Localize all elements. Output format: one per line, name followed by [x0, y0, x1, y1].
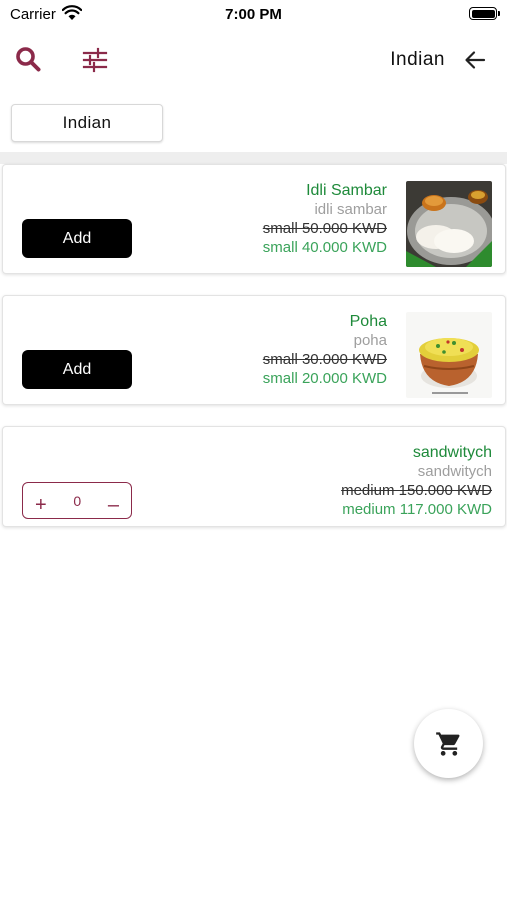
item-name: Idli Sambar	[306, 182, 387, 199]
page-title: Indian	[390, 49, 445, 70]
item-new-price: small 40.000 KWD	[262, 239, 387, 256]
item-old-price: medium 150.000 KWD	[341, 482, 492, 499]
menu-item-card[interactable]: Add Idli Sambar idli sambar small 50.000…	[2, 164, 506, 274]
item-image	[406, 312, 492, 398]
decrement-button[interactable]: –	[108, 495, 119, 515]
search-icon[interactable]	[14, 45, 42, 73]
item-subtitle: idli sambar	[314, 201, 387, 218]
status-bar: Carrier 7:00 PM	[0, 0, 507, 28]
divider	[0, 152, 507, 164]
item-name: sandwitych	[412, 444, 492, 461]
item-subtitle: poha	[353, 332, 387, 349]
item-details: sandwitych sandwitych medium 150.000 KWD…	[341, 443, 492, 519]
item-subtitle: sandwitych	[417, 463, 492, 480]
cart-icon	[435, 731, 460, 756]
menu-item-card[interactable]: Add Poha poha small 30.000 KWD small 20.…	[2, 295, 506, 405]
item-image	[406, 181, 492, 267]
increment-button[interactable]: +	[35, 495, 47, 515]
item-name: Poha	[349, 313, 387, 330]
quantity-value: 0	[73, 492, 82, 509]
item-details: Poha poha small 30.000 KWD small 20.000 …	[263, 312, 387, 388]
menu-item-card[interactable]: + 0 – sandwitych sandwitych medium 150.0…	[2, 426, 506, 527]
filter-icon[interactable]	[81, 46, 109, 74]
item-new-price: medium 117.000 KWD	[342, 501, 492, 518]
item-old-price: small 30.000 KWD	[262, 351, 387, 368]
item-old-price: small 50.000 KWD	[262, 220, 387, 237]
battery-icon	[469, 7, 500, 20]
arrow-left-icon[interactable]	[463, 48, 487, 72]
quantity-stepper[interactable]: + 0 –	[22, 482, 132, 519]
category-chip[interactable]: Indian	[11, 104, 163, 142]
item-new-price: small 20.000 KWD	[262, 370, 387, 387]
cart-button[interactable]	[414, 709, 483, 778]
add-button[interactable]: Add	[22, 350, 132, 389]
add-button[interactable]: Add	[22, 219, 132, 258]
status-time: 7:00 PM	[225, 6, 282, 23]
item-details: Idli Sambar idli sambar small 50.000 KWD…	[263, 181, 387, 257]
